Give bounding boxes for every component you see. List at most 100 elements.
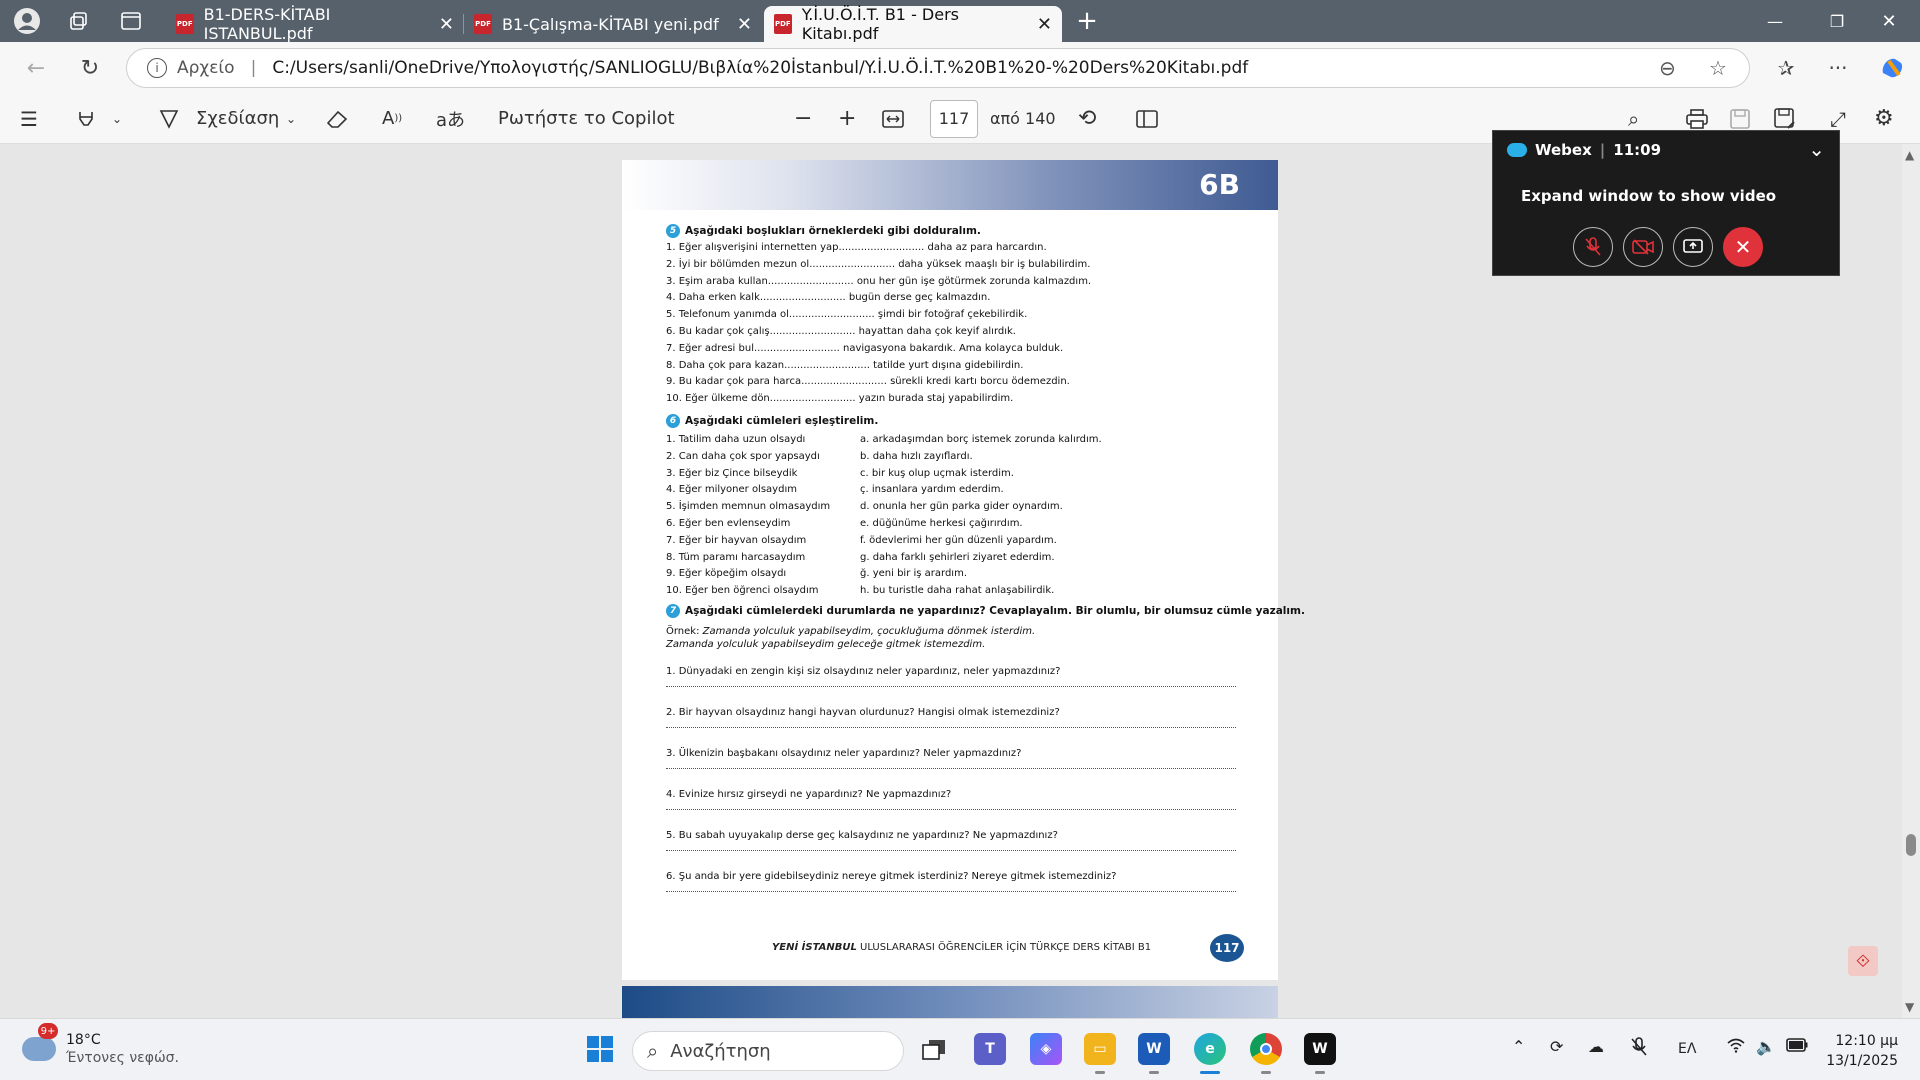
more-menu-icon[interactable]: ···	[1816, 48, 1860, 88]
answer-line[interactable]	[666, 850, 1236, 851]
teams-icon[interactable]: T	[974, 1033, 1006, 1065]
close-tab-icon[interactable]: ✕	[1037, 14, 1052, 35]
unit-banner: 6B	[622, 160, 1278, 210]
answer-line[interactable]	[666, 727, 1236, 728]
tab-ders-kitabi-active[interactable]: PDF Y.İ.U.Ö.İ.T. B1 - Ders Kitabı.pdf ✕	[764, 5, 1062, 43]
page-total-label: από 140	[990, 109, 1056, 128]
start-video-button[interactable]	[1623, 227, 1663, 267]
webex-mini-window[interactable]: Webex | 11:09 ⌄ Expand window to show vi…	[1492, 130, 1840, 276]
exercise-title-text: Aşağıdaki cümleleri eşleştirelim.	[685, 415, 879, 427]
url-field[interactable]: i Αρχείο | C:/Users/sanli/OneDrive/Υπολο…	[126, 48, 1750, 88]
zoom-in-icon[interactable]: +	[838, 94, 856, 144]
running-indicator	[1261, 1071, 1271, 1074]
contents-icon[interactable]: ☰	[20, 94, 38, 144]
answer-line[interactable]	[666, 686, 1236, 687]
volume-icon[interactable]: 🔈	[1756, 1037, 1776, 1056]
translate-icon[interactable]: aあ	[436, 94, 465, 144]
draw-icon[interactable]	[158, 94, 180, 144]
favorites-icon[interactable]: ✰	[1764, 48, 1808, 88]
eraser-icon[interactable]	[326, 94, 348, 144]
read-aloud-icon[interactable]: A))	[382, 94, 402, 144]
show-hidden-icons-icon[interactable]: ⌃	[1512, 1037, 1525, 1056]
match-right-item: h. bu turistle daha rahat anlaşabilirdik…	[860, 585, 1055, 597]
highlight-icon[interactable]	[76, 94, 96, 144]
answer-line[interactable]	[666, 768, 1236, 769]
match-right-item: b. daha hızlı zayıflardı.	[860, 450, 973, 462]
windows-start-icon[interactable]	[584, 1033, 616, 1065]
scroll-up-icon[interactable]: ▲	[1905, 148, 1914, 162]
zoom-out-icon[interactable]: −	[794, 94, 812, 144]
back-icon[interactable]: ←	[14, 48, 58, 88]
pdf-icon: PDF	[474, 14, 492, 34]
tab-ders-kitabi-istanbul[interactable]: PDF B1-DERS-KİTABI ISTANBUL.pdf ✕	[166, 5, 464, 43]
system-clock[interactable]: 12:10 μμ 13/1/2025	[1826, 1031, 1898, 1071]
webex-header: Webex | 11:09	[1507, 141, 1661, 159]
settings-gear-icon[interactable]: ⚙	[1874, 94, 1894, 144]
favorite-star-icon[interactable]: ☆	[1709, 56, 1727, 80]
draw-dropdown-icon[interactable]: ⌄	[286, 94, 296, 144]
fit-width-icon[interactable]	[882, 94, 904, 144]
match-left-item: 3. Eğer biz Çince bilseydik	[666, 467, 798, 479]
page-number-badge: 117	[1210, 934, 1244, 962]
webex-time: 11:09	[1613, 141, 1662, 159]
ask-copilot-button[interactable]: Ρωτήστε το Copilot	[498, 94, 675, 144]
taskbar-search[interactable]: ⌕ Αναζήτηση	[632, 1031, 904, 1071]
example-text-1: Zamanda yolculuk yapabilseydim, çocukluğ…	[702, 626, 1036, 637]
chevron-down-icon[interactable]: ⌄	[1808, 137, 1825, 161]
battery-icon[interactable]	[1786, 1037, 1808, 1056]
match-right-item: c. bir kuş olup uçmak isterdim.	[860, 467, 1014, 479]
match-left-item: 5. İşimden memnun olmasaydım	[666, 501, 831, 513]
sync-icon[interactable]: ⟳	[1550, 1037, 1563, 1056]
copilot-icon[interactable]	[1870, 48, 1914, 88]
match-left-item: 2. Can daha çok spor yapsaydı	[666, 450, 820, 462]
scrollbar-thumb[interactable]	[1906, 834, 1916, 856]
answer-line[interactable]	[666, 809, 1236, 810]
footer-text: ULUSLARARASI ÖĞRENCİLER İÇİN TÜRKÇE DERS…	[856, 942, 1152, 953]
task-view-icon[interactable]	[918, 1033, 950, 1065]
word-icon[interactable]: W	[1138, 1033, 1170, 1065]
copilot-app-icon[interactable]: ◈	[1030, 1033, 1062, 1065]
workspaces-icon[interactable]	[58, 0, 100, 42]
exercise-5-title: 5 Aşağıdaki boşlukları örneklerdeki gibi …	[666, 224, 981, 238]
rotate-icon[interactable]: ⟲	[1078, 94, 1096, 144]
close-window-icon[interactable]: ✕	[1858, 0, 1920, 42]
page-number-input[interactable]: 117	[930, 99, 978, 138]
close-tab-icon[interactable]: ✕	[737, 14, 752, 35]
profile-icon[interactable]	[6, 0, 48, 42]
info-icon[interactable]: i	[147, 58, 167, 78]
edge-icon[interactable]: e	[1194, 1033, 1226, 1065]
end-call-button[interactable]: ✕	[1723, 227, 1763, 267]
language-indicator[interactable]: ΕΛ	[1678, 1041, 1696, 1057]
page-box-wrap: 117	[930, 94, 978, 144]
onedrive-icon[interactable]: ☁	[1588, 1037, 1604, 1056]
weather-widget[interactable]: 9+ 18°C Έντονες νεφώσ.	[22, 1023, 179, 1067]
adobe-acrobat-icon[interactable]: ⟐	[1848, 946, 1878, 976]
answer-line[interactable]	[666, 891, 1236, 892]
vertical-scrollbar[interactable]: ▲ ▼	[1902, 144, 1920, 1018]
match-right-item: a. arkadaşımdan borç istemek zorunda kal…	[860, 434, 1102, 445]
exercise-5-line: 9. Bu kadar çok para harca..............…	[666, 376, 1070, 388]
share-screen-button[interactable]	[1673, 227, 1713, 267]
match-right-item: ç. insanlara yardım ederdim.	[860, 484, 1004, 496]
tab-calisma-kitabi[interactable]: PDF B1-Çalışma-KİTABI yeni.pdf ✕	[464, 6, 762, 42]
scroll-down-icon[interactable]: ▼	[1905, 1000, 1914, 1014]
wifi-icon[interactable]	[1726, 1037, 1746, 1057]
file-explorer-icon[interactable]: ▭	[1084, 1033, 1116, 1065]
refresh-icon[interactable]: ↻	[68, 48, 112, 88]
zoom-icon[interactable]: ⊖	[1659, 56, 1676, 80]
tab-actions-icon[interactable]	[110, 0, 152, 42]
question-line: 2. Bir hayvan olsaydınız hangi hayvan ol…	[666, 707, 1060, 718]
exercise-5-line: 1. Eğer alışverişini internetten yap....…	[666, 242, 1047, 253]
url-text[interactable]: C:/Users/sanli/OneDrive/Υπολογιστής/SANL…	[272, 58, 1248, 78]
page-view-icon[interactable]	[1136, 94, 1158, 144]
webex-app-icon[interactable]: W	[1304, 1033, 1336, 1065]
minimize-icon[interactable]: —	[1744, 0, 1806, 42]
match-right-item: e. düğünüme herkesi çağırırdım.	[860, 518, 1023, 529]
highlight-dropdown-icon[interactable]: ⌄	[112, 94, 122, 144]
unmute-mic-button[interactable]	[1573, 227, 1613, 267]
chrome-icon[interactable]	[1250, 1033, 1282, 1065]
muted-mic-icon[interactable]	[1630, 1037, 1648, 1061]
close-tab-icon[interactable]: ✕	[439, 14, 454, 35]
new-tab-icon[interactable]: +	[1066, 0, 1108, 42]
draw-button[interactable]: Σχεδίαση	[196, 94, 279, 144]
